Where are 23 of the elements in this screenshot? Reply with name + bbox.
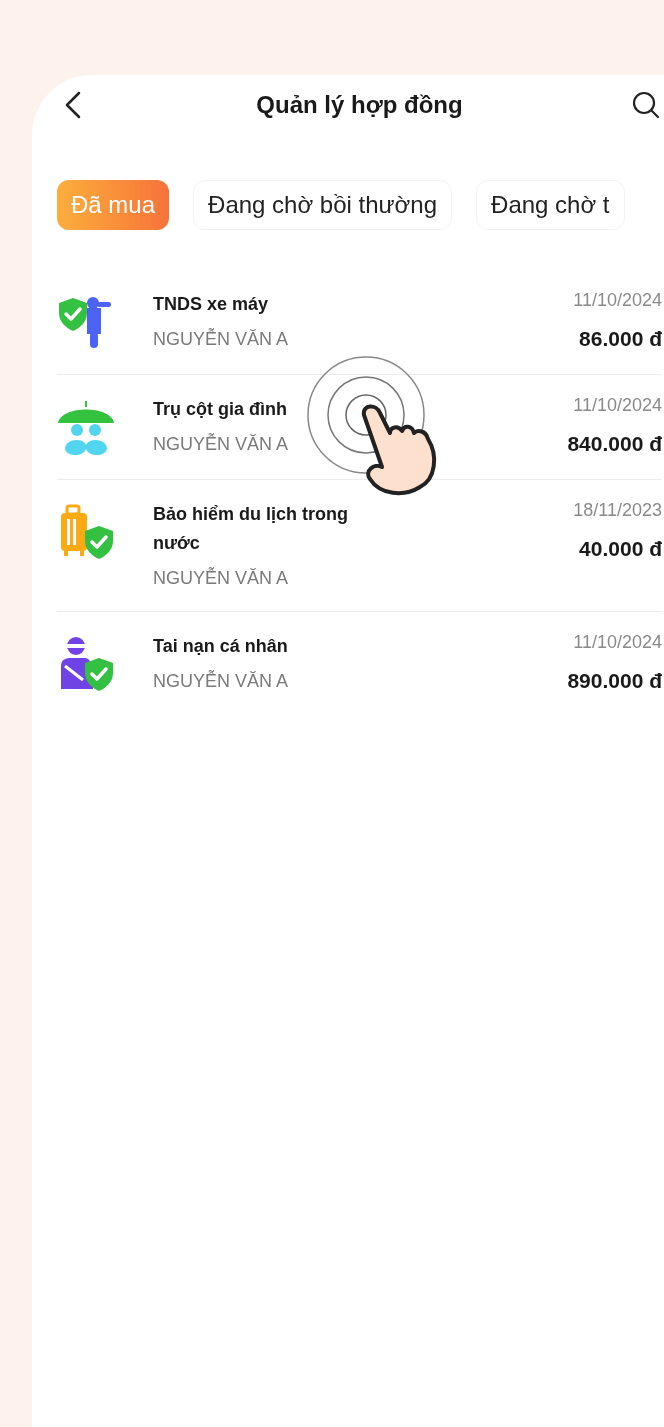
product-name: Tai nạn cá nhân [153, 635, 289, 658]
back-chevron-icon [64, 91, 82, 119]
holder-name: NGUYỄN VĂN A [153, 434, 290, 455]
contract-amount: 40.000 đ [579, 537, 662, 561]
status-tab[interactable]: Đang chờ t [476, 180, 625, 230]
contract-date: 11/10/2024 [573, 632, 662, 653]
contract-date: 11/10/2024 [573, 395, 662, 416]
status-tab[interactable]: Đang chờ bồi thường [193, 180, 453, 230]
search-button[interactable] [630, 89, 662, 121]
search-icon [632, 91, 660, 119]
holder-name: NGUYỄN VĂN A [153, 568, 290, 589]
contract-date: 18/11/2023 [573, 500, 662, 521]
umbrella-family-icon [57, 399, 115, 457]
contract-amount: 890.000 đ [567, 669, 662, 693]
contract-amount: 840.000 đ [567, 432, 662, 456]
contract-date: 11/10/2024 [573, 290, 662, 311]
holder-name: NGUYỄN VĂN A [153, 329, 290, 350]
holder-name: NGUYỄN VĂN A [153, 671, 290, 692]
page-title: Quản lý hợp đồng [256, 91, 463, 119]
contract-amount: 86.000 đ [579, 327, 662, 351]
product-name: Bảo hiểm du lịch trong nước [153, 503, 349, 555]
product-name: TNDS xe máy [153, 293, 270, 316]
product-name: Trụ cột gia đình [153, 398, 288, 421]
